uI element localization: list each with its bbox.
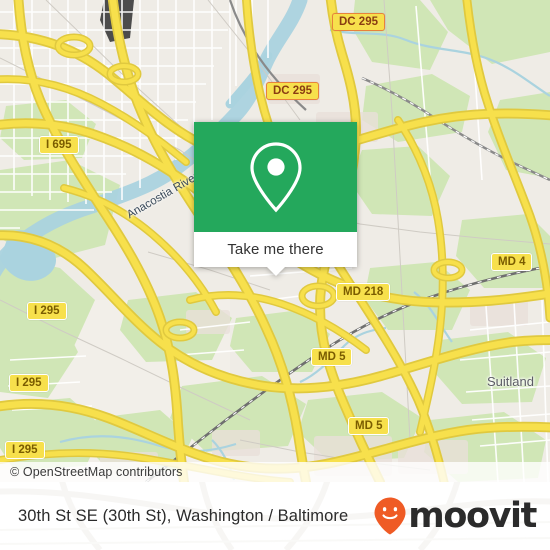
map-pin-icon xyxy=(249,142,302,213)
road-shield-md-218[interactable]: MD 218 xyxy=(336,283,391,301)
road-shield-i-295-mid[interactable]: I 295 xyxy=(9,374,49,392)
road-shield-dc-295-mid[interactable]: DC 295 xyxy=(266,82,319,100)
road-shield-md-4[interactable]: MD 4 xyxy=(491,253,533,271)
map-attribution[interactable]: © OpenStreetMap contributors xyxy=(0,462,550,482)
footer-bar: 30th St SE (30th St), Washington / Balti… xyxy=(0,482,550,550)
popup-cta-area[interactable]: Take me there xyxy=(194,232,357,267)
moovit-map-screenshot: Anacostia River Suitland DC 295 DC 295 I… xyxy=(0,0,550,550)
popup-icon-area xyxy=(194,122,357,232)
road-shield-i-295-upper[interactable]: I 295 xyxy=(27,302,67,320)
road-shield-dc-295-north[interactable]: DC 295 xyxy=(332,13,385,31)
road-shield-md-5-lower[interactable]: MD 5 xyxy=(348,417,390,435)
location-title: 30th St SE (30th St), Washington / Balti… xyxy=(18,506,349,525)
map-popup-card[interactable]: Take me there xyxy=(194,122,357,276)
moovit-smiley-pin-icon xyxy=(374,497,406,535)
moovit-wordmark: moovit xyxy=(408,495,537,536)
popup-pointer xyxy=(266,267,285,276)
road-shield-i-295-lower[interactable]: I 295 xyxy=(5,441,45,459)
map-canvas[interactable]: Anacostia River Suitland DC 295 DC 295 I… xyxy=(0,0,550,482)
road-shield-md-5-upper[interactable]: MD 5 xyxy=(311,348,353,366)
road-shield-i-695[interactable]: I 695 xyxy=(39,136,79,154)
popup-cta-label: Take me there xyxy=(227,241,324,258)
place-label-suitland: Suitland xyxy=(487,374,534,389)
moovit-brand-logo[interactable]: moovit xyxy=(373,495,537,536)
